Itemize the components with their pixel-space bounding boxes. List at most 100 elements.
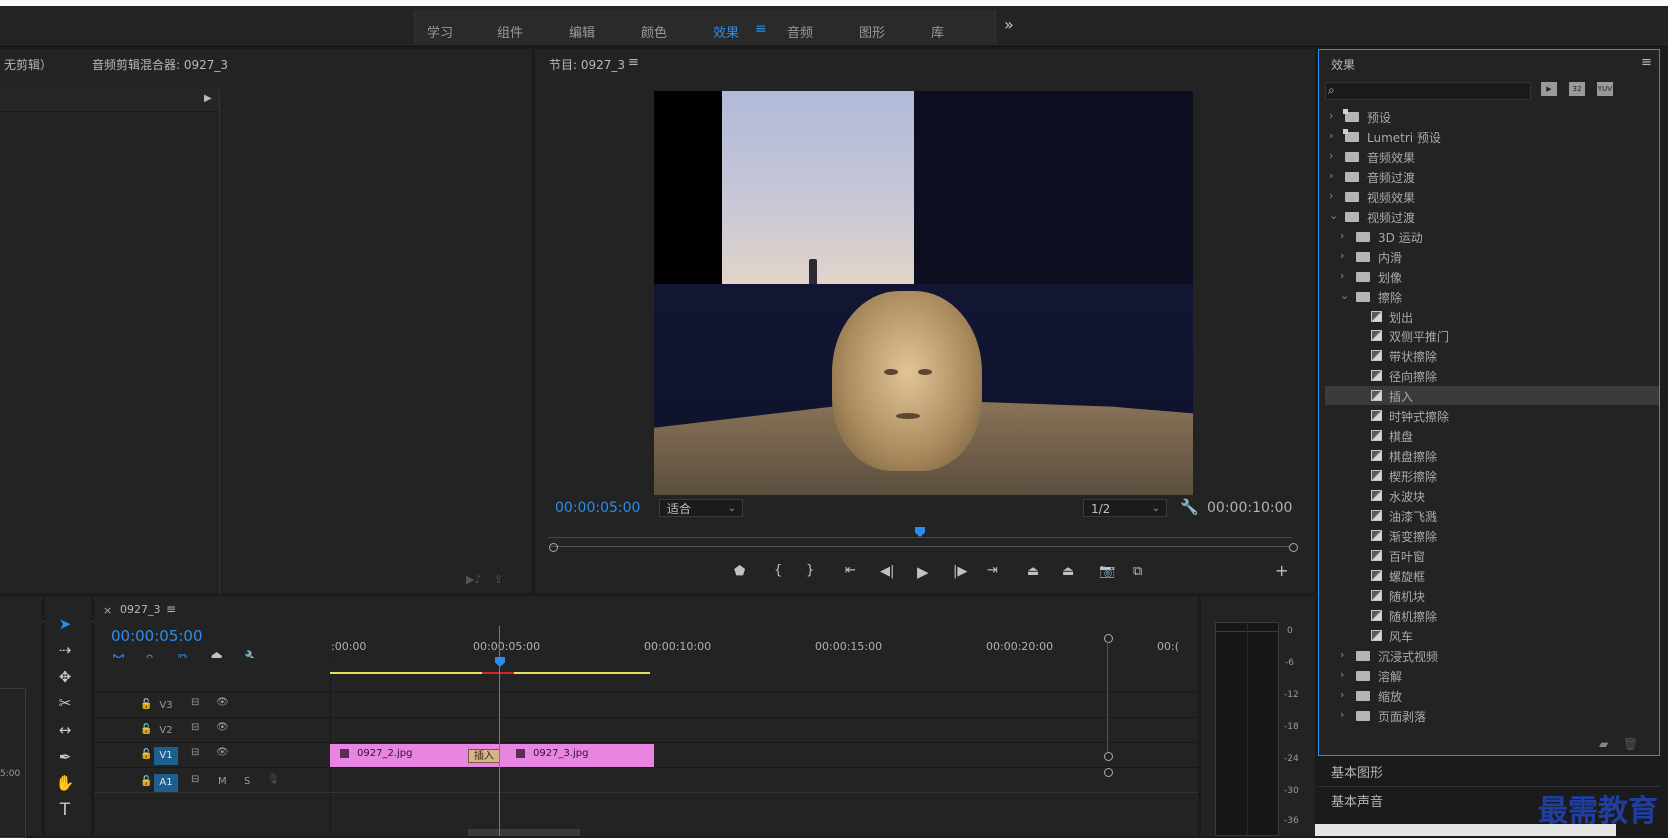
program-title[interactable]: 节目: 0927_3 bbox=[549, 56, 625, 73]
zoom-handle-left[interactable] bbox=[549, 543, 558, 552]
lift-icon[interactable]: ⏏ bbox=[1027, 564, 1039, 579]
track-lock-icon[interactable]: 🔓 bbox=[140, 724, 152, 735]
chevron-right-icon[interactable]: › bbox=[1329, 169, 1333, 182]
timeline-sequence-tab[interactable]: 0927_3 bbox=[120, 603, 161, 616]
timeline-ruler[interactable] bbox=[330, 661, 1150, 679]
mixer-expand-icon[interactable]: ▶ bbox=[204, 93, 212, 104]
resolution-dropdown[interactable]: 1/2 ⌄ bbox=[1083, 499, 1167, 517]
workspace-tab-editing[interactable]: 编辑 bbox=[569, 22, 595, 41]
32bit-effects-icon[interactable]: 32 bbox=[1569, 82, 1585, 96]
workspace-tab-audio[interactable]: 音频 bbox=[787, 22, 813, 41]
effect-item[interactable]: 水波块 bbox=[1325, 486, 1659, 505]
workspace-tab-learn[interactable]: 学习 bbox=[427, 22, 453, 41]
vertical-scroll-track[interactable] bbox=[1107, 642, 1108, 752]
effects-title[interactable]: 效果 bbox=[1331, 56, 1355, 73]
track-label-v2[interactable]: V2 bbox=[154, 722, 178, 740]
selection-tool-icon[interactable]: ➤ bbox=[52, 615, 78, 633]
effects-search-input[interactable]: ⌕ bbox=[1325, 82, 1531, 100]
effect-item[interactable]: 渐变擦除 bbox=[1325, 526, 1659, 545]
sync-lock-icon[interactable]: ⊟ bbox=[191, 747, 199, 758]
workspace-menu-icon[interactable]: ≡ bbox=[755, 21, 767, 37]
effect-item[interactable]: 时钟式擦除 bbox=[1325, 406, 1659, 425]
audio-zoom-handle[interactable] bbox=[1104, 768, 1113, 777]
camera-icon[interactable]: 📷 bbox=[1099, 564, 1115, 579]
add-button-icon[interactable]: + bbox=[1275, 561, 1288, 580]
timeline-menu-icon[interactable]: ≡ bbox=[166, 602, 176, 616]
mark-in-icon[interactable]: { bbox=[774, 563, 782, 578]
effect-folder[interactable]: › 预设 bbox=[1325, 107, 1659, 126]
accelerated-effects-icon[interactable]: ▶ bbox=[1541, 82, 1557, 96]
effect-folder[interactable]: › 视频效果 bbox=[1325, 187, 1659, 206]
effect-folder[interactable]: ⌄ 擦除 bbox=[1325, 287, 1659, 306]
go-to-out-icon[interactable]: ⇥ bbox=[987, 563, 998, 578]
export-icon[interactable]: ⇪ bbox=[494, 573, 503, 586]
effect-item[interactable]: 双侧平推门 bbox=[1325, 326, 1659, 345]
step-back-icon[interactable]: ◀| bbox=[880, 564, 894, 579]
effect-item[interactable]: 带状擦除 bbox=[1325, 346, 1659, 365]
go-to-in-icon[interactable]: ⇤ bbox=[845, 563, 856, 578]
timeline-clip[interactable]: 0927_3.jpg bbox=[506, 744, 654, 767]
chevron-right-icon[interactable]: › bbox=[1329, 109, 1333, 122]
play-icon[interactable]: ▶ bbox=[917, 563, 929, 581]
fit-dropdown[interactable]: 适合 ⌄ bbox=[659, 499, 743, 517]
chevron-down-icon[interactable]: ⌄ bbox=[1340, 289, 1349, 302]
ripple-edit-tool-icon[interactable]: ✥ bbox=[52, 668, 78, 686]
workspace-tab-color[interactable]: 颜色 bbox=[641, 22, 667, 41]
chevron-right-icon[interactable]: › bbox=[1340, 269, 1344, 282]
timeline-current-timecode[interactable]: 00:00:05:00 bbox=[111, 627, 203, 645]
effect-folder[interactable]: › 页面剥落 bbox=[1325, 706, 1659, 725]
sync-lock-icon[interactable]: ⊟ bbox=[191, 774, 199, 785]
essential-graphics-tab[interactable]: 基本图形 bbox=[1331, 762, 1383, 781]
microphone-icon[interactable]: 🎙 bbox=[267, 774, 280, 785]
sync-lock-icon[interactable]: ⊟ bbox=[191, 722, 199, 733]
close-icon[interactable]: × bbox=[103, 604, 112, 617]
eye-icon[interactable]: 👁 bbox=[216, 747, 229, 758]
hand-tool-icon[interactable]: ✋ bbox=[52, 774, 78, 792]
horizontal-scrollbar[interactable] bbox=[468, 829, 580, 836]
tab-audio-clip-mixer[interactable]: 音频剪辑混合器: 0927_3 bbox=[92, 56, 228, 73]
workspace-tab-libraries[interactable]: 库 bbox=[931, 22, 944, 41]
effect-folder[interactable]: › 沉浸式视频 bbox=[1325, 646, 1659, 665]
zoom-handle-right[interactable] bbox=[1289, 543, 1298, 552]
effect-item[interactable]: 风车 bbox=[1325, 626, 1659, 645]
effect-folder[interactable]: › 划像 bbox=[1325, 267, 1659, 286]
effect-item[interactable]: 随机块 bbox=[1325, 586, 1659, 605]
effect-item[interactable]: 棋盘擦除 bbox=[1325, 446, 1659, 465]
program-menu-icon[interactable]: ≡ bbox=[628, 55, 639, 70]
chevron-right-icon[interactable]: › bbox=[1329, 149, 1333, 162]
chevron-down-icon[interactable]: ⌄ bbox=[1329, 209, 1338, 222]
chevron-right-icon[interactable]: › bbox=[1329, 189, 1333, 202]
timeline-playhead-line[interactable] bbox=[499, 626, 500, 836]
program-current-timecode[interactable]: 00:00:05:00 bbox=[555, 500, 640, 516]
track-lock-icon[interactable]: 🔓 bbox=[140, 776, 152, 787]
effect-item[interactable]: 棋盘 bbox=[1325, 426, 1659, 445]
chevron-right-icon[interactable]: › bbox=[1340, 668, 1344, 681]
effect-folder[interactable]: › 音频效果 bbox=[1325, 147, 1659, 166]
effect-item[interactable]: 百叶窗 bbox=[1325, 546, 1659, 565]
tab-no-clip[interactable]: 无剪辑） bbox=[4, 56, 52, 73]
workspace-tab-assembly[interactable]: 组件 bbox=[497, 22, 523, 41]
yuv-effects-icon[interactable]: YUV bbox=[1597, 82, 1613, 96]
eye-icon[interactable]: 👁 bbox=[216, 722, 229, 733]
effect-folder[interactable]: › 溶解 bbox=[1325, 666, 1659, 685]
effect-folder[interactable]: › 内滑 bbox=[1325, 247, 1659, 266]
effect-item[interactable]: 油漆飞溅 bbox=[1325, 506, 1659, 525]
mute-toggle[interactable]: M bbox=[218, 776, 227, 787]
compare-view-icon[interactable]: ⧉ bbox=[1133, 564, 1142, 579]
effects-menu-icon[interactable]: ≡ bbox=[1641, 55, 1652, 70]
razor-tool-icon[interactable]: ✂ bbox=[52, 694, 78, 712]
track-label-v1[interactable]: V1 bbox=[154, 747, 178, 765]
type-tool-icon[interactable]: T bbox=[52, 800, 78, 820]
chevron-right-icon[interactable]: › bbox=[1340, 648, 1344, 661]
wrench-icon[interactable]: 🔧 bbox=[1180, 498, 1199, 516]
solo-toggle[interactable]: S bbox=[244, 776, 250, 787]
track-label-a1[interactable]: A1 bbox=[154, 774, 178, 792]
effect-folder[interactable]: › 3D 运动 bbox=[1325, 227, 1659, 246]
effect-folder[interactable]: › Lumetri 预设 bbox=[1325, 127, 1659, 146]
chevron-right-icon[interactable]: › bbox=[1340, 708, 1344, 721]
chevron-right-icon[interactable]: › bbox=[1329, 129, 1333, 142]
chevron-right-icon[interactable]: › bbox=[1340, 229, 1344, 242]
chevron-right-icon[interactable]: › bbox=[1340, 688, 1344, 701]
workspace-tab-graphics[interactable]: 图形 bbox=[859, 22, 885, 41]
mark-out-icon[interactable]: } bbox=[806, 563, 814, 578]
